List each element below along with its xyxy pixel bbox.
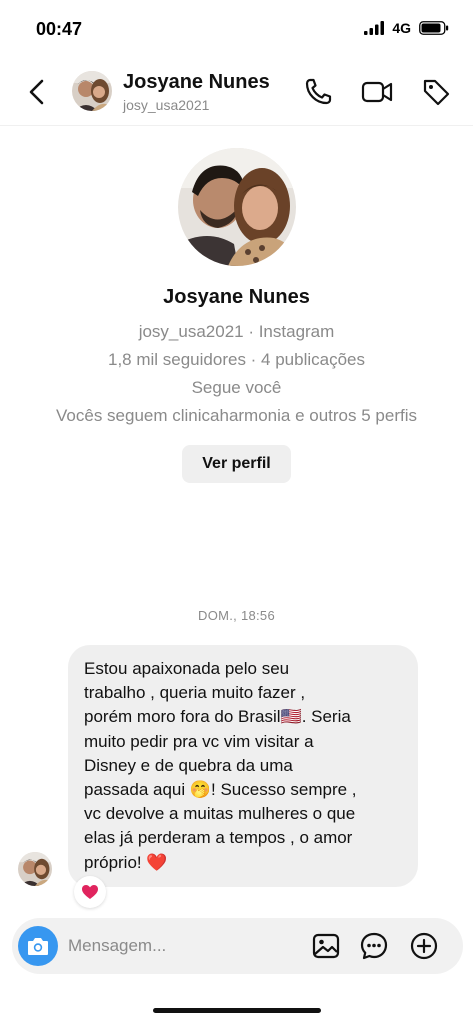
message-line: próprio! ❤️ (84, 852, 168, 872)
profile-stats: 1,8 mil seguidores · 4 publicações (107, 350, 366, 369)
message-line: muito pedir pra vc vim visitar a (84, 731, 314, 751)
message-avatar[interactable] (18, 852, 52, 886)
video-camera-icon (361, 81, 393, 103)
profile-name: Josyane Nunes (163, 286, 310, 308)
message-line: passada aqui 🤭! Sucesso sempre , (84, 780, 357, 800)
video-call-button[interactable] (360, 76, 393, 108)
message-line: trabalho , queria muito fazer , (84, 683, 306, 703)
mutual-followers: Vocês seguem clinicaharmonia e outros 5 … (56, 406, 417, 425)
avatar-photo (72, 71, 112, 111)
status-indicators: 4G (364, 20, 449, 36)
heart-icon (82, 885, 98, 899)
image-icon (312, 933, 340, 959)
camera-button[interactable] (18, 926, 58, 966)
battery-icon (419, 21, 449, 35)
header-avatar[interactable] (72, 71, 112, 111)
chevron-left-icon (29, 79, 44, 105)
header-name[interactable]: Josyane Nunes (123, 71, 270, 94)
sticker-button[interactable] (358, 930, 390, 962)
message-line: Estou apaixonada pelo seu (84, 659, 290, 678)
plus-circle-icon (410, 932, 438, 960)
avatar-photo (18, 852, 52, 886)
view-profile-button[interactable]: Ver perfil (182, 445, 291, 483)
message-composer (12, 918, 463, 974)
gallery-button[interactable] (310, 930, 342, 962)
tag-button[interactable] (420, 76, 452, 108)
call-button[interactable] (302, 76, 334, 108)
message-line: elas já perderam a tempos , o amor (84, 828, 353, 848)
message-line: Disney e de quebra da uma (84, 755, 293, 775)
signal-icon (364, 21, 385, 35)
phone-icon (305, 78, 332, 105)
network-label: 4G (392, 20, 411, 36)
profile-avatar[interactable] (177, 148, 296, 266)
tag-icon (423, 79, 450, 106)
message-bubble[interactable]: Estou apaixonada pelo seu trabalho , que… (68, 645, 418, 887)
camera-icon (28, 938, 48, 955)
follows-you-label: Segue você (191, 378, 282, 397)
status-time: 00:47 (36, 19, 83, 39)
header-username: josy_usa2021 (123, 97, 210, 113)
profile-photo (177, 148, 296, 266)
profile-handle: josy_usa2021 · Instagram (138, 322, 335, 341)
message-line: porém moro fora do Brasil🇺🇸. Seria (84, 707, 351, 727)
message-input[interactable] (68, 932, 288, 960)
home-indicator[interactable] (153, 1008, 321, 1013)
date-separator: DOM., 18:56 (198, 608, 275, 623)
chat-header: Josyane Nunes josy_usa2021 (0, 56, 473, 126)
back-button[interactable] (24, 76, 52, 108)
status-bar: 00:47 4G (0, 0, 473, 56)
message-line: vc devolve a muitas mulheres o que (84, 804, 356, 824)
add-button[interactable] (408, 930, 440, 962)
profile-card: Josyane Nunes josy_usa2021 · Instagram 1… (0, 148, 473, 483)
chat-bubble-icon (360, 932, 388, 960)
heart-reaction[interactable] (74, 876, 106, 908)
